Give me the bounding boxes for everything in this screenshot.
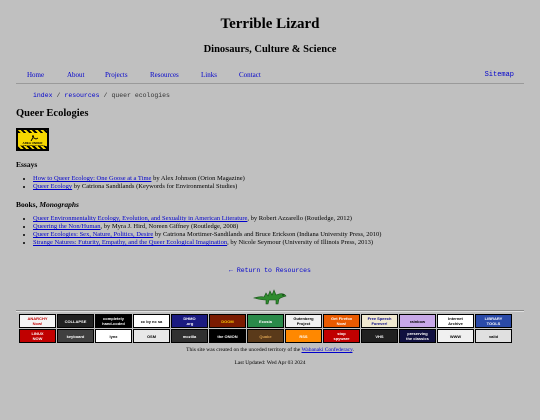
nav-projects[interactable]: Projects bbox=[105, 71, 128, 80]
book-citation: , by Myra J. Hird, Noreen Giffney (Routl… bbox=[100, 223, 239, 230]
site-title: Terrible Lizard bbox=[220, 16, 320, 32]
dinosaur-icon bbox=[252, 289, 287, 305]
badge-button[interactable]: ANARCHY Now! bbox=[19, 314, 56, 328]
badge-button[interactable]: LINUX NOW bbox=[19, 329, 56, 343]
badge-row: LINUX NOW keyboard lynx OSM mozilla the ONION… bbox=[19, 329, 522, 343]
badge-button[interactable]: VHS bbox=[361, 329, 398, 343]
book-link[interactable]: Queering the Non/Human bbox=[33, 223, 101, 230]
breadcrumb-current: queer ecologies bbox=[111, 92, 170, 99]
essays-list: How to Queer Ecology: One Goose at a Tim… bbox=[0, 175, 540, 191]
badge-button[interactable]: Get Firefox Now! bbox=[323, 314, 360, 328]
badge-button[interactable]: preserving the classics bbox=[399, 329, 436, 343]
list-item: Strange Natures: Futurity, Empathy, and … bbox=[33, 239, 540, 247]
badge-button[interactable]: cc by nc sa bbox=[133, 314, 170, 328]
breadcrumb: index / resources / queer ecologies bbox=[33, 92, 540, 100]
badge-button[interactable]: COLLAPSE bbox=[57, 314, 94, 328]
footer-divider bbox=[16, 310, 524, 312]
breadcrumb-separator: / bbox=[103, 92, 108, 99]
page-title: Queer Ecologies bbox=[16, 108, 89, 119]
list-item: Queer Ecology by Catriona Sandilands (Ke… bbox=[33, 183, 540, 191]
badge-button[interactable]: LIBRARY TOOLS bbox=[475, 314, 512, 328]
badge-button[interactable]: the ONION bbox=[209, 329, 246, 343]
last-updated: Last Updated: Wed Apr 03 2024 bbox=[234, 360, 306, 366]
badge-button[interactable]: Quake bbox=[247, 329, 284, 343]
nav-home[interactable]: Home bbox=[27, 71, 44, 80]
list-item: Queer Environmentality Ecology, Evolutio… bbox=[33, 215, 540, 223]
return-to-resources-link[interactable]: ← Return to Resources bbox=[229, 267, 311, 274]
nav-about[interactable]: About bbox=[67, 71, 85, 80]
list-item: Queer Ecologies: Sex, Nature, Politics, … bbox=[33, 231, 540, 239]
books-heading-italic: Monographs bbox=[39, 200, 79, 209]
badge-button[interactable]: OSM bbox=[133, 329, 170, 343]
nav-contact[interactable]: Contact bbox=[239, 71, 261, 80]
return-link-container: ← Return to Resources bbox=[0, 267, 540, 275]
badge-button[interactable]: Ecosia bbox=[247, 314, 284, 328]
badge-button[interactable]: Free Speech Forever! bbox=[361, 314, 398, 328]
book-link[interactable]: Strange Natures: Futurity, Empathy, and … bbox=[33, 239, 227, 246]
badge-button[interactable]: rainbow bbox=[399, 314, 436, 328]
essay-link[interactable]: Queer Ecology bbox=[33, 183, 72, 190]
button-badges: ANARCHY Now! COLLAPSE completely hand-code… bbox=[19, 314, 522, 343]
list-item: How to Queer Ecology: One Goose at a Tim… bbox=[33, 175, 540, 183]
badge-button[interactable]: Internet Archive bbox=[437, 314, 474, 328]
breadcrumb-resources[interactable]: resources bbox=[64, 92, 99, 99]
badge-button[interactable]: RSS bbox=[285, 329, 322, 343]
essays-heading: Essays bbox=[16, 160, 38, 169]
book-link[interactable]: Queer Environmentality Ecology, Evolutio… bbox=[33, 215, 247, 222]
list-item: Queering the Non/Human, by Myra J. Hird,… bbox=[33, 223, 540, 231]
badge-button[interactable]: keyboard bbox=[57, 329, 94, 343]
badge-row: ANARCHY Now! COLLAPSE completely hand-code… bbox=[19, 314, 522, 328]
ack-text: This site was created on the unceded ter… bbox=[186, 347, 302, 353]
badge-button[interactable]: lynx bbox=[95, 329, 132, 343]
badge-button[interactable]: valid bbox=[475, 329, 512, 343]
land-acknowledgement: This site was created on the unceded ter… bbox=[0, 347, 540, 354]
nav-sitemap[interactable]: Sitemap bbox=[485, 71, 514, 80]
ack-text-end: . bbox=[352, 347, 354, 353]
site-subtitle: Dinosaurs, Culture & Science bbox=[203, 44, 337, 55]
book-citation: by Catriona Mortimer-Sandilands and Bruc… bbox=[153, 231, 382, 238]
badge-button[interactable]: DHMO .org bbox=[171, 314, 208, 328]
essay-citation: by Alex Johnson (Orion Magazine) bbox=[151, 175, 245, 182]
badge-button[interactable]: WWW bbox=[437, 329, 474, 343]
essay-citation: by Catriona Sandilands (Keywords for Env… bbox=[72, 183, 238, 190]
badge-button[interactable]: Gutenberg Project bbox=[285, 314, 322, 328]
nav-resources[interactable]: Resources bbox=[150, 71, 179, 80]
under-construction-sign: AREA UNDER CONSTRUCTION bbox=[16, 128, 49, 151]
books-heading-text: Books, bbox=[16, 200, 40, 209]
badge-button[interactable]: DOOM bbox=[209, 314, 246, 328]
main-nav: Home About Projects Resources Links Cont… bbox=[16, 70, 524, 84]
wabanaki-link[interactable]: Wabanaki Confederacy bbox=[302, 347, 353, 353]
book-link[interactable]: Queer Ecologies: Sex, Nature, Politics, … bbox=[33, 231, 153, 238]
breadcrumb-separator: / bbox=[56, 92, 61, 99]
badge-button[interactable]: stop spyware bbox=[323, 329, 360, 343]
book-citation: , by Robert Azzarello (Routledge, 2012) bbox=[247, 215, 352, 222]
breadcrumb-index[interactable]: index bbox=[33, 92, 53, 99]
badge-button[interactable]: mozilla bbox=[171, 329, 208, 343]
books-heading: Books, Monographs bbox=[16, 200, 540, 209]
nav-links[interactable]: Links bbox=[201, 71, 217, 80]
badge-button[interactable]: completely hand-coded bbox=[95, 314, 132, 328]
books-list: Queer Environmentality Ecology, Evolutio… bbox=[0, 215, 540, 247]
book-citation: , by Nicole Seymour (University of Illin… bbox=[227, 239, 373, 246]
essay-link[interactable]: How to Queer Ecology: One Goose at a Tim… bbox=[33, 175, 151, 182]
